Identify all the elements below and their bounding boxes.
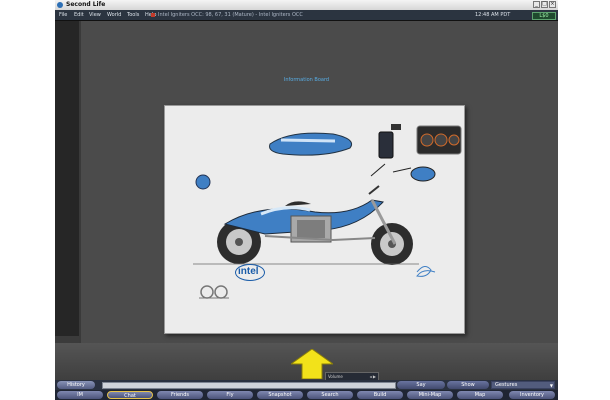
- menu-tools[interactable]: Tools: [127, 10, 139, 20]
- say-button[interactable]: Say: [397, 381, 445, 389]
- maximize-button[interactable]: □: [541, 1, 548, 8]
- viewer-window: Second Life _ □ × File Edit View World T…: [55, 0, 558, 400]
- world-view[interactable]: Information Board intel: [55, 21, 558, 381]
- restricted-icon: [151, 13, 155, 17]
- left-wall: [55, 21, 79, 336]
- minimize-button[interactable]: _: [533, 1, 540, 8]
- chevron-down-icon: ▼: [549, 383, 553, 388]
- menu-file[interactable]: File: [59, 10, 67, 20]
- toolbar-button-chat[interactable]: Chat: [107, 391, 153, 399]
- motorcycle-illustration: [165, 106, 464, 333]
- menu-edit[interactable]: Edit: [74, 10, 84, 20]
- toolbar-button-im[interactable]: IM: [57, 391, 103, 399]
- clock: 12:48 AM PDT: [475, 12, 511, 18]
- toolbar-button-mini-map[interactable]: Mini-Map: [407, 391, 453, 399]
- volume-label: Volume: [328, 374, 343, 379]
- close-button[interactable]: ×: [549, 1, 556, 8]
- toolbar-button-search[interactable]: Search: [307, 391, 353, 399]
- gestures-select[interactable]: Gestures ▼: [491, 381, 555, 389]
- parcel-location[interactable]: Intel Igniters OCC: 98, 67, 31 (Mature) …: [158, 10, 303, 20]
- toolbar-button-fly[interactable]: Fly: [207, 391, 253, 399]
- history-button[interactable]: History: [57, 381, 95, 389]
- menu-world[interactable]: World: [107, 10, 121, 20]
- menu-bar: File Edit View World Tools Help Intel Ig…: [55, 10, 558, 21]
- floating-text: Information Board: [283, 77, 330, 83]
- menu-view[interactable]: View: [89, 10, 101, 20]
- balance-badge[interactable]: L$0: [532, 12, 556, 20]
- window-title: Second Life: [66, 1, 106, 8]
- toolbar-button-inventory[interactable]: Inventory: [509, 391, 555, 399]
- chat-input[interactable]: [102, 382, 396, 389]
- gestures-label: Gestures: [495, 382, 518, 388]
- toolbar-button-snapshot[interactable]: Snapshot: [257, 391, 303, 399]
- chat-bar: History Say Show Gestures ▼: [55, 380, 558, 390]
- intel-logo: intel: [238, 266, 259, 277]
- info-board-poster[interactable]: intel: [164, 105, 465, 334]
- toolbar-button-build[interactable]: Build: [357, 391, 403, 399]
- volume-icon: ◂ ▶: [369, 374, 376, 379]
- toolbar-button-map[interactable]: Map: [457, 391, 503, 399]
- bottom-toolbar: IM Chat Friends Fly Snapshot Search Build Mini-…: [55, 390, 558, 400]
- show-button[interactable]: Show: [447, 381, 489, 389]
- toolbar-button-friends[interactable]: Friends: [157, 391, 203, 399]
- app-icon: [57, 2, 63, 8]
